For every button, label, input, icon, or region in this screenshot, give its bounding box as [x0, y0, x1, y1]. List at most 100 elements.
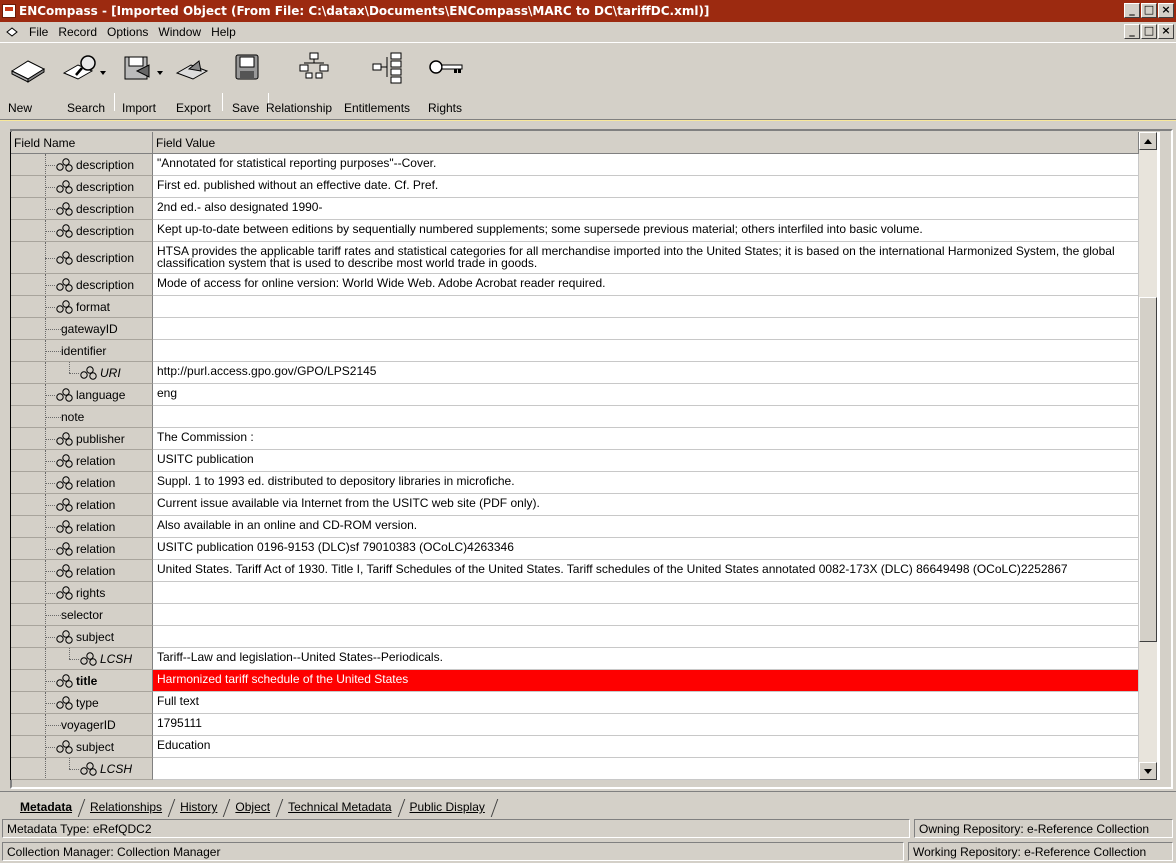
field-value-cell[interactable]: http://purl.access.gpo.gov/GPO/LPS2145	[153, 362, 1139, 384]
field-name-cell[interactable]: rights	[11, 582, 153, 604]
menu-record[interactable]: Record	[53, 25, 102, 39]
scroll-thumb[interactable]	[1139, 297, 1157, 642]
table-row[interactable]: language eng	[11, 384, 1139, 406]
tab-history[interactable]: History	[176, 797, 223, 817]
field-value-cell[interactable]	[153, 582, 1139, 604]
minimize-button[interactable]: _	[1124, 3, 1140, 18]
field-name-cell[interactable]: description	[11, 198, 153, 220]
menu-window[interactable]: Window	[153, 25, 206, 39]
field-value-cell[interactable]: Education	[153, 736, 1139, 758]
field-value-cell[interactable]: USITC publication 0196-9153 (DLC)sf 7901…	[153, 538, 1139, 560]
table-row[interactable]: URI http://purl.access.gpo.gov/GPO/LPS214…	[11, 362, 1139, 384]
field-name-cell[interactable]: description	[11, 154, 153, 176]
table-row[interactable]: relation Suppl. 1 to 1993 ed. distributed…	[11, 472, 1139, 494]
menu-file[interactable]: File	[24, 25, 53, 39]
field-value-cell[interactable]: HTSA provides the applicable tariff rate…	[153, 242, 1139, 274]
field-name-cell[interactable]: relation	[11, 450, 153, 472]
table-row[interactable]: voyagerID 1795111	[11, 714, 1139, 736]
field-value-cell[interactable]: Also available in an online and CD-ROM v…	[153, 516, 1139, 538]
table-row[interactable]: description Mode of access for online ver…	[11, 274, 1139, 296]
field-value-cell[interactable]	[153, 406, 1139, 428]
field-name-cell[interactable]: type	[11, 692, 153, 714]
field-value-cell[interactable]: United States. Tariff Act of 1930. Title…	[153, 560, 1139, 582]
field-name-cell[interactable]: voyagerID	[11, 714, 153, 736]
field-value-cell[interactable]: Harmonized tariff schedule of the United…	[153, 670, 1139, 692]
import-button[interactable]: Import	[118, 51, 168, 115]
field-value-cell[interactable]: 1795111	[153, 714, 1139, 736]
table-row[interactable]: relation Also available in an online and …	[11, 516, 1139, 538]
table-row[interactable]: LCSH Tariff--Law and legislation--United …	[11, 648, 1139, 670]
document-menu-icon[interactable]	[6, 27, 18, 37]
field-name-cell[interactable]: identifier	[11, 340, 153, 362]
scroll-down-button[interactable]	[1139, 762, 1157, 780]
field-value-cell[interactable]	[153, 758, 1139, 780]
table-row[interactable]: description HTSA provides the applicable …	[11, 242, 1139, 274]
table-row[interactable]: type Full text	[11, 692, 1139, 714]
tab-metadata[interactable]: Metadata	[16, 797, 78, 817]
table-row[interactable]: relation USITC publication	[11, 450, 1139, 472]
field-name-cell[interactable]: LCSH	[11, 758, 153, 780]
field-value-cell[interactable]: Mode of access for online version: World…	[153, 274, 1139, 296]
save-button[interactable]: Save	[226, 51, 266, 115]
field-name-cell[interactable]: title	[11, 670, 153, 692]
field-value-cell[interactable]: eng	[153, 384, 1139, 406]
export-button[interactable]: Export	[170, 51, 220, 115]
table-row[interactable]: title Harmonized tariff schedule of the U…	[11, 670, 1139, 692]
menu-help[interactable]: Help	[206, 25, 241, 39]
table-row[interactable]: description 2nd ed.- also designated 1990…	[11, 198, 1139, 220]
field-value-cell[interactable]	[153, 318, 1139, 340]
field-value-cell[interactable]: Kept up-to-date between editions by sequ…	[153, 220, 1139, 242]
field-name-cell[interactable]: description	[11, 274, 153, 296]
field-name-cell[interactable]: gatewayID	[11, 318, 153, 340]
maximize-button[interactable]: □	[1141, 3, 1157, 18]
tab-public-display[interactable]: Public Display	[406, 797, 491, 817]
field-value-cell[interactable]	[153, 340, 1139, 362]
field-name-cell[interactable]: description	[11, 242, 153, 274]
field-value-cell[interactable]	[153, 626, 1139, 648]
field-name-cell[interactable]: selector	[11, 604, 153, 626]
field-value-cell[interactable]	[153, 604, 1139, 626]
menu-options[interactable]: Options	[102, 25, 153, 39]
field-name-cell[interactable]: description	[11, 176, 153, 198]
title-bar[interactable]: ENCompass - [Imported Object (From File:…	[0, 0, 1176, 22]
field-name-cell[interactable]: language	[11, 384, 153, 406]
table-row[interactable]: description First ed. published without a…	[11, 176, 1139, 198]
field-value-cell[interactable]: Current issue available via Internet fro…	[153, 494, 1139, 516]
field-value-cell[interactable]: USITC publication	[153, 450, 1139, 472]
field-value-cell[interactable]: First ed. published without an effective…	[153, 176, 1139, 198]
column-header-field-name[interactable]: Field Name	[11, 132, 153, 154]
scroll-up-button[interactable]	[1139, 132, 1157, 150]
field-name-cell[interactable]: note	[11, 406, 153, 428]
table-row[interactable]: description "Annotated for statistical re…	[11, 154, 1139, 176]
field-name-cell[interactable]: subject	[11, 736, 153, 758]
table-row[interactable]: relation USITC publication 0196-9153 (DLC…	[11, 538, 1139, 560]
field-name-cell[interactable]: LCSH	[11, 648, 153, 670]
table-row[interactable]: selector	[11, 604, 1139, 626]
table-row[interactable]: format	[11, 296, 1139, 318]
tab-relationships[interactable]: Relationships	[86, 797, 168, 817]
field-name-cell[interactable]: publisher	[11, 428, 153, 450]
field-name-cell[interactable]: relation	[11, 560, 153, 582]
field-value-cell[interactable]	[153, 296, 1139, 318]
column-header-field-value[interactable]: Field Value	[153, 132, 1139, 154]
table-row[interactable]: rights	[11, 582, 1139, 604]
field-name-cell[interactable]: relation	[11, 538, 153, 560]
field-name-cell[interactable]: description	[11, 220, 153, 242]
field-value-cell[interactable]: Tariff--Law and legislation--United Stat…	[153, 648, 1139, 670]
doc-close-button[interactable]: ×	[1158, 24, 1174, 39]
doc-restore-button[interactable]: □	[1141, 24, 1157, 39]
vertical-scrollbar[interactable]	[1139, 132, 1157, 780]
field-value-cell[interactable]: Suppl. 1 to 1993 ed. distributed to depo…	[153, 472, 1139, 494]
field-name-cell[interactable]: relation	[11, 516, 153, 538]
table-row[interactable]: relation Current issue available via Inte…	[11, 494, 1139, 516]
field-name-cell[interactable]: relation	[11, 494, 153, 516]
field-value-cell[interactable]: The Commission :	[153, 428, 1139, 450]
table-row[interactable]: subject Education	[11, 736, 1139, 758]
field-name-cell[interactable]: URI	[11, 362, 153, 384]
table-row[interactable]: publisher The Commission :	[11, 428, 1139, 450]
table-row[interactable]: LCSH	[11, 758, 1139, 780]
table-row[interactable]: gatewayID	[11, 318, 1139, 340]
table-row[interactable]: identifier	[11, 340, 1139, 362]
field-name-cell[interactable]: format	[11, 296, 153, 318]
table-row[interactable]: note	[11, 406, 1139, 428]
